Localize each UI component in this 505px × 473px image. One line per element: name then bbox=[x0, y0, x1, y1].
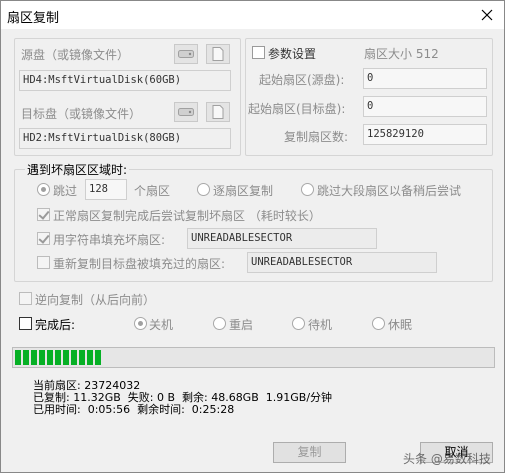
watermark: 头条 @易数科技 bbox=[403, 452, 491, 466]
file-icon bbox=[212, 105, 224, 119]
skip-large-radio[interactable] bbox=[301, 183, 314, 196]
target-file-button[interactable] bbox=[206, 102, 230, 122]
after-complete-label: 完成后: bbox=[35, 318, 76, 332]
target-disk-field[interactable]: HD2:MsftVirtualDisk(80GB) bbox=[19, 128, 231, 149]
source-disk-button[interactable] bbox=[174, 44, 198, 64]
title-bar: 扇区复制 bbox=[1, 1, 504, 29]
source-disk-field[interactable]: HD4:MsftVirtualDisk(60GB) bbox=[19, 70, 231, 91]
target-disk-button[interactable] bbox=[174, 102, 198, 122]
retry-bad-label: 正常扇区复制完成后尝试复制坏扇区 （耗时较长） bbox=[53, 209, 321, 223]
reverse-copy-label: 逆向复制（从后向前） bbox=[35, 293, 156, 307]
start-dst-field[interactable]: 0 bbox=[363, 96, 487, 117]
file-icon bbox=[212, 47, 224, 61]
after-restart-radio[interactable] bbox=[213, 317, 226, 330]
after-hibernate-label: 休眠 bbox=[388, 318, 413, 332]
one-by-one-label: 逐扇区复制 bbox=[213, 184, 274, 198]
start-src-field[interactable]: 0 bbox=[363, 68, 487, 89]
sector-copy-dialog: 扇区复制 源盘（或镜像文件） HD4:MsftVirtualDisk(60GB)… bbox=[0, 0, 505, 473]
after-restart-label: 重启 bbox=[229, 318, 254, 332]
fill-bad-label: 用字符串填充坏扇区: bbox=[53, 233, 166, 247]
after-hibernate-radio[interactable] bbox=[372, 317, 385, 330]
skip-count-field[interactable]: 128 bbox=[85, 179, 127, 200]
skip-unit-label: 个扇区 bbox=[134, 184, 171, 198]
status-time: 已用时间: 0:05:56 剩余时间: 0:25:28 bbox=[33, 403, 235, 416]
copy-count-field[interactable]: 125829120 bbox=[363, 124, 487, 145]
source-label: 源盘（或镜像文件） bbox=[21, 48, 130, 62]
skip-large-label: 跳过大段扇区以备稍后尝试 bbox=[317, 184, 462, 198]
after-standby-label: 待机 bbox=[308, 318, 333, 332]
recopy-checkbox[interactable] bbox=[37, 256, 50, 269]
copy-count-label: 复制扇区数: bbox=[284, 130, 349, 144]
retry-bad-checkbox[interactable] bbox=[37, 208, 50, 221]
start-dst-label: 起始扇区(目标盘): bbox=[248, 102, 346, 116]
disk-icon bbox=[178, 50, 194, 58]
params-checkbox[interactable] bbox=[252, 46, 265, 59]
skip-radio[interactable] bbox=[37, 183, 50, 196]
params-label: 参数设置 bbox=[268, 47, 317, 61]
close-button[interactable] bbox=[470, 1, 504, 29]
reverse-copy-checkbox[interactable] bbox=[19, 292, 32, 305]
progress-fill bbox=[15, 350, 101, 365]
after-standby-radio[interactable] bbox=[292, 317, 305, 330]
fill-string-field[interactable]: UNREADABLESECTOR bbox=[187, 228, 377, 249]
recopy-string-field[interactable]: UNREADABLESECTOR bbox=[247, 252, 437, 273]
skip-label: 跳过 bbox=[53, 184, 78, 198]
one-by-one-radio[interactable] bbox=[197, 183, 210, 196]
sector-size-label: 扇区大小 512 bbox=[364, 47, 439, 61]
progress-bar bbox=[12, 347, 495, 368]
after-shutdown-radio[interactable] bbox=[134, 317, 147, 330]
after-complete-checkbox[interactable] bbox=[19, 317, 32, 330]
start-src-label: 起始扇区(源盘): bbox=[259, 73, 345, 87]
after-shutdown-label: 关机 bbox=[149, 318, 174, 332]
recopy-label: 重新复制目标盘被填充过的扇区: bbox=[53, 257, 226, 271]
copy-button[interactable]: 复制 bbox=[273, 442, 346, 463]
bad-sector-legend: 遇到坏扇区区域时: bbox=[25, 161, 130, 178]
close-icon bbox=[481, 9, 493, 21]
window-title: 扇区复制 bbox=[7, 11, 60, 26]
target-label: 目标盘（或镜像文件） bbox=[21, 107, 142, 121]
disk-icon bbox=[178, 108, 194, 116]
source-file-button[interactable] bbox=[206, 44, 230, 64]
fill-bad-checkbox[interactable] bbox=[37, 232, 50, 245]
